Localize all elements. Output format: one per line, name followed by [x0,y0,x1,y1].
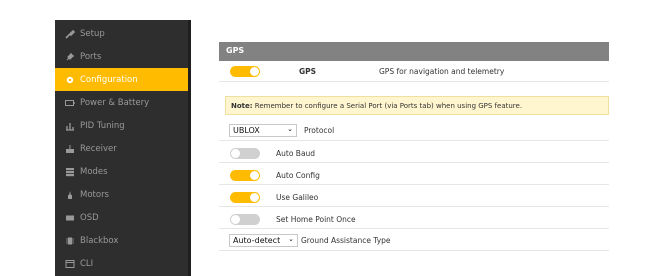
toggle-knob [231,215,240,224]
cli-icon [65,259,75,269]
ground-assistance-label: Ground Assistance Type [301,236,391,245]
wrench-icon [65,29,75,39]
gear-icon [65,75,75,85]
sidebar-item-pid-tuning[interactable]: PID Tuning [55,114,188,137]
use-galileo-row: Use Galileo [219,188,609,207]
sidebar-item-cli[interactable]: CLI [55,252,188,275]
toggle-knob [250,171,259,180]
auto-baud-label: Auto Baud [276,149,316,158]
set-home-point-row: Set Home Point Once [219,210,609,229]
sidebar-item-label: Configuration [80,74,138,85]
use-galileo-label: Use Galileo [276,193,319,202]
protocol-value: UBLOX [233,126,260,135]
auto-config-toggle[interactable] [230,170,260,181]
ground-assistance-select[interactable]: Auto-detect ⌄ [229,234,298,247]
gps-row: GPS GPS for navigation and telemetry [219,61,609,82]
plug-icon [65,52,75,62]
sidebar-item-power-battery[interactable]: Power & Battery [55,91,188,114]
chevron-down-icon: ⌄ [287,125,293,133]
auto-config-row: Auto Config [219,166,609,185]
pid-icon [65,121,75,131]
gps-label: GPS [299,67,317,76]
auto-baud-toggle[interactable] [230,148,260,159]
sidebar-divider [188,20,191,276]
sidebar-item-modes[interactable]: Modes [55,160,188,183]
toggle-knob [231,149,240,158]
sidebar-item-osd[interactable]: OSD [55,206,188,229]
auto-config-label: Auto Config [276,171,320,180]
gps-note: Note: Remember to configure a Serial Por… [225,96,609,115]
sidebar-item-label: Ports [80,51,102,62]
sidebar-item-motors[interactable]: Motors [55,183,188,206]
sidebar-item-label: Blackbox [80,235,119,246]
set-home-point-toggle[interactable] [230,214,260,225]
sidebar-item-label: CLI [80,258,94,269]
panel-title: GPS [226,46,245,55]
sidebar-item-setup[interactable]: Setup [55,22,188,45]
auto-baud-row: Auto Baud [219,144,609,163]
blackbox-icon [65,236,75,246]
sidebar-item-receiver[interactable]: Receiver [55,137,188,160]
chevron-down-icon: ⌄ [288,235,294,243]
set-home-point-label: Set Home Point Once [276,215,356,224]
sidebar-item-label: PID Tuning [80,120,125,131]
use-galileo-toggle[interactable] [230,192,260,203]
sidebar-item-ports[interactable]: Ports [55,45,188,68]
sidebar: Setup Ports Configuration Power & Batter… [55,20,188,276]
sidebar-item-label: Modes [80,166,108,177]
ground-assistance-value: Auto-detect [233,236,281,245]
protocol-label: Protocol [304,126,335,135]
motor-icon [65,190,75,200]
battery-icon [65,98,75,108]
gps-panel: GPS GPS GPS for navigation and telemetry… [219,42,609,262]
panel-header: GPS [219,42,609,61]
gps-description: GPS for navigation and telemetry [379,67,505,76]
sidebar-item-label: Power & Battery [80,97,150,108]
gps-toggle[interactable] [230,66,260,77]
ground-assistance-row: Auto-detect ⌄ Ground Assistance Type [219,232,609,251]
toggle-knob [250,67,259,76]
note-prefix: Note: [231,102,253,110]
protocol-row: UBLOX ⌄ Protocol [219,122,609,141]
sidebar-item-label: Motors [80,189,109,200]
sidebar-item-blackbox[interactable]: Blackbox [55,229,188,252]
sidebar-item-configuration[interactable]: Configuration [55,68,188,91]
sidebar-item-label: Receiver [80,143,117,154]
sidebar-item-label: OSD [80,212,99,223]
modes-icon [65,167,75,177]
toggle-knob [250,193,259,202]
note-text: Remember to configure a Serial Port (via… [254,102,523,110]
receiver-icon [65,144,75,154]
sidebar-item-label: Setup [80,28,105,39]
osd-icon [65,213,75,223]
protocol-select[interactable]: UBLOX ⌄ [229,124,297,137]
